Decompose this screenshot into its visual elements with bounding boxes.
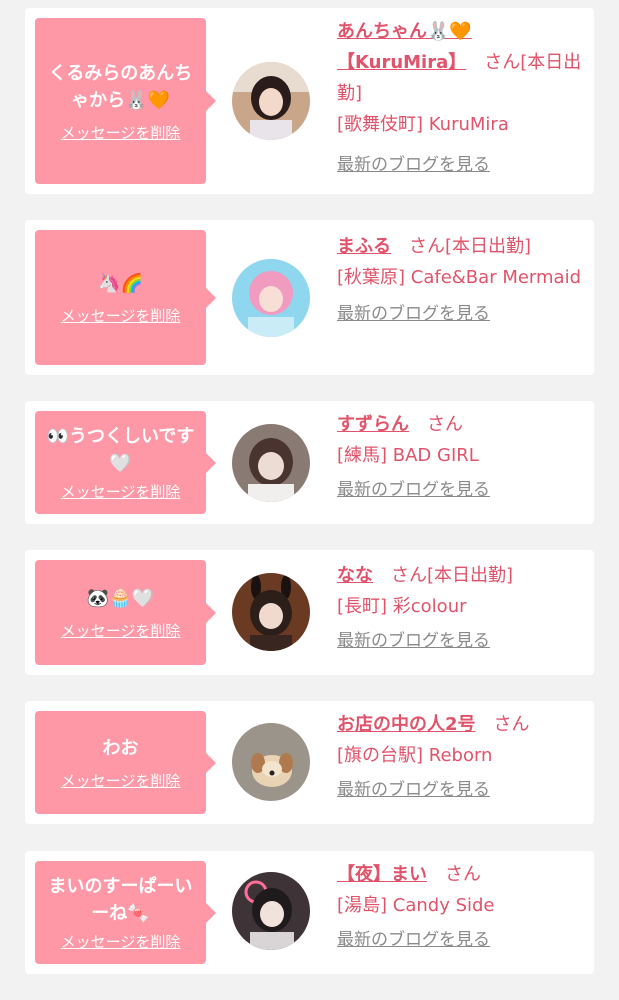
honorific: さん bbox=[484, 52, 521, 73]
honorific: さん bbox=[391, 565, 427, 586]
cast-info: なな さん[本日出勤] [長町] 彩colour 最新のブログを見る bbox=[337, 560, 585, 657]
cast-name-link[interactable]: 【夜】まい bbox=[337, 864, 427, 885]
message-bubble: くるみらのあんちゃから🐰🧡 メッセージを削除 bbox=[35, 18, 216, 184]
girl-photo-icon bbox=[232, 872, 310, 950]
delete-message-link[interactable]: メッセージを削除 bbox=[61, 305, 181, 326]
honorific: さん bbox=[427, 414, 463, 435]
girl-photo-icon bbox=[232, 259, 310, 337]
message-text: まいのすーぱーいーね🍬 bbox=[48, 876, 193, 924]
cast-name-link[interactable]: あんちゃん🐰🧡【KuruMira】 bbox=[337, 21, 472, 73]
shop-info: [歌舞伎町] KuruMira bbox=[337, 114, 509, 135]
latest-blog-link[interactable]: 最新のブログを見る bbox=[337, 150, 490, 181]
message-card: 👀うつくしいです🤍 メッセージを削除 すずらん さん [練馬] BAD GIRL … bbox=[25, 401, 594, 524]
message-card: くるみらのあんちゃから🐰🧡 メッセージを削除 あんちゃん🐰🧡【KuruMira】… bbox=[25, 8, 594, 194]
cast-info: 【夜】まい さん [湯島] Candy Side 最新のブログを見る bbox=[337, 859, 585, 956]
message-bubble: わお メッセージを削除 bbox=[35, 711, 216, 814]
message-card: 🦄🌈 メッセージを削除 まふる さん[本日出勤] [秋葉原] Cafe&Bar M… bbox=[25, 220, 594, 375]
delete-message-link[interactable]: メッセージを削除 bbox=[61, 620, 181, 641]
honorific: さん bbox=[493, 714, 530, 735]
message-text: 🦄🌈 bbox=[98, 272, 143, 294]
girl-photo-icon bbox=[232, 424, 310, 502]
delete-message-link[interactable]: メッセージを削除 bbox=[61, 481, 181, 502]
cast-name-link[interactable]: お店の中の人2号 bbox=[337, 714, 476, 735]
shop-info: [旗の台駅] Reborn bbox=[337, 745, 493, 766]
working-status: [本日出勤] bbox=[427, 565, 514, 586]
message-bubble: まいのすーぱーいーね🍬 メッセージを削除 bbox=[35, 861, 216, 964]
cast-name-link[interactable]: すずらん bbox=[337, 414, 409, 435]
cast-info: あんちゃん🐰🧡【KuruMira】 さん[本日出勤] [歌舞伎町] KuruMir… bbox=[337, 16, 585, 181]
dog-photo-icon bbox=[232, 723, 310, 801]
message-bubble: 👀うつくしいです🤍 メッセージを削除 bbox=[35, 411, 216, 514]
message-text: くるみらのあんちゃから🐰🧡 bbox=[48, 62, 193, 111]
message-text: 🐼🧁🤍 bbox=[86, 587, 155, 609]
cast-name-link[interactable]: なな bbox=[337, 565, 373, 586]
avatar[interactable] bbox=[232, 723, 310, 801]
honorific: さん bbox=[409, 236, 445, 257]
shop-info: [湯島] Candy Side bbox=[337, 895, 495, 916]
message-card: わお メッセージを削除 お店の中の人2号 さん [旗の台駅] Reborn 最新の… bbox=[25, 701, 594, 824]
avatar[interactable] bbox=[232, 259, 310, 337]
avatar[interactable] bbox=[232, 872, 310, 950]
girl-photo-icon bbox=[232, 573, 310, 651]
delete-message-link[interactable]: メッセージを削除 bbox=[61, 931, 181, 952]
honorific: さん bbox=[445, 864, 481, 885]
message-bubble: 🐼🧁🤍 メッセージを削除 bbox=[35, 560, 216, 665]
latest-blog-link[interactable]: 最新のブログを見る bbox=[337, 775, 490, 806]
cast-info: すずらん さん [練馬] BAD GIRL 最新のブログを見る bbox=[337, 409, 585, 506]
message-bubble: 🦄🌈 メッセージを削除 bbox=[35, 230, 216, 365]
cast-info: お店の中の人2号 さん [旗の台駅] Reborn 最新のブログを見る bbox=[337, 709, 585, 806]
message-card: 🐼🧁🤍 メッセージを削除 なな さん[本日出勤] [長町] 彩colour 最新の… bbox=[25, 550, 594, 675]
latest-blog-link[interactable]: 最新のブログを見る bbox=[337, 475, 490, 506]
latest-blog-link[interactable]: 最新のブログを見る bbox=[337, 299, 490, 330]
cast-name-link[interactable]: まふる bbox=[337, 236, 391, 257]
message-card: まいのすーぱーいーね🍬 メッセージを削除 【夜】まい さん [湯島] Candy … bbox=[25, 851, 594, 974]
message-text: わお bbox=[102, 737, 139, 759]
shop-info: [秋葉原] Cafe&Bar Mermaid bbox=[337, 267, 581, 288]
avatar[interactable] bbox=[232, 62, 310, 140]
latest-blog-link[interactable]: 最新のブログを見る bbox=[337, 626, 490, 657]
avatar[interactable] bbox=[232, 573, 310, 651]
working-status: [本日出勤] bbox=[445, 236, 532, 257]
avatar[interactable] bbox=[232, 424, 310, 502]
cast-info: まふる さん[本日出勤] [秋葉原] Cafe&Bar Mermaid 最新のブロ… bbox=[337, 231, 585, 330]
delete-message-link[interactable]: メッセージを削除 bbox=[61, 770, 181, 791]
delete-message-link[interactable]: メッセージを削除 bbox=[61, 122, 181, 143]
shop-info: [練馬] BAD GIRL bbox=[337, 445, 479, 466]
shop-info: [長町] 彩colour bbox=[337, 596, 467, 617]
latest-blog-link[interactable]: 最新のブログを見る bbox=[337, 925, 490, 956]
girl-photo-icon bbox=[232, 62, 310, 140]
message-text: 👀うつくしいです🤍 bbox=[46, 426, 195, 474]
